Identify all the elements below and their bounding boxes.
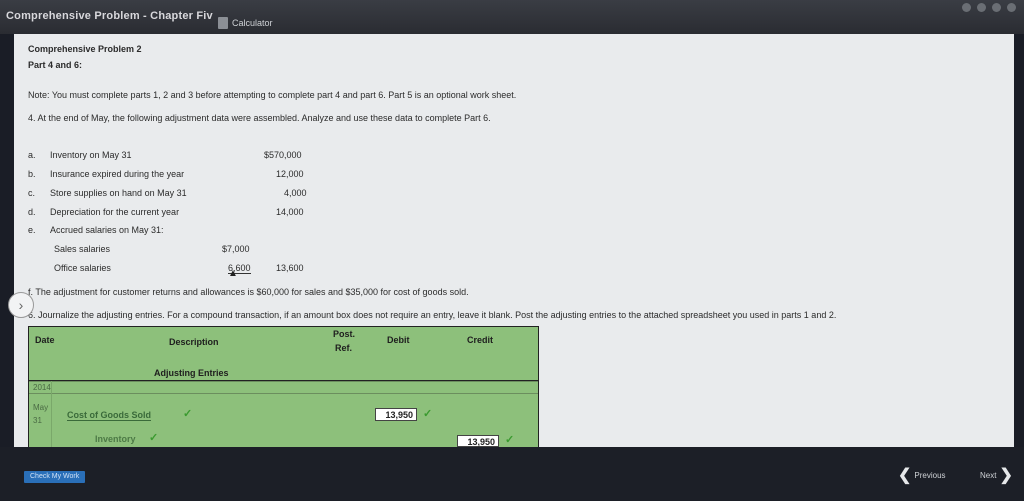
- adj-label: Insurance expired during the year: [50, 169, 185, 179]
- col-credit: Credit: [467, 335, 494, 345]
- debit-input[interactable]: 13,950: [375, 408, 417, 421]
- adj-letter: c.: [28, 188, 36, 198]
- calculator-icon: [218, 17, 228, 29]
- adj-amount: 12,000: [276, 169, 304, 179]
- adj-letter: a.: [28, 150, 36, 160]
- row-divider: [29, 381, 538, 382]
- check-icon: ✓: [505, 434, 515, 446]
- adjusting-entries-row: Adjusting Entries: [28, 368, 539, 381]
- chevron-right-icon: ❯: [999, 467, 1013, 484]
- part-title: Part 4 and 6:: [28, 60, 83, 70]
- tray-icon: [977, 3, 986, 12]
- column-divider: [51, 381, 52, 447]
- mouse-cursor-icon: ▲: [228, 268, 238, 279]
- next-label: Next: [980, 470, 997, 480]
- system-tray: [962, 3, 1016, 12]
- col-post-ref: Ref.: [335, 343, 353, 353]
- note-text: Note: You must complete parts 1, 2 and 3…: [28, 90, 517, 100]
- calculator-button[interactable]: Calculator: [218, 14, 273, 32]
- adj-letter: e.: [28, 225, 36, 235]
- adj-letter: d.: [28, 207, 36, 217]
- instruction-4: 4. At the end of May, the following adju…: [28, 113, 491, 123]
- adj-label: Depreciation for the current year: [50, 207, 180, 217]
- tray-icon: [992, 3, 1001, 12]
- tray-icon: [962, 3, 971, 12]
- problem-title: Comprehensive Problem 2: [28, 44, 142, 54]
- journal-table-body: 2014 May 31 Cost of Goods Sold ✓ 13,950 …: [28, 381, 539, 447]
- check-icon: ✓: [149, 432, 159, 444]
- instruction-6: 6. Journalize the adjusting entries. For…: [28, 310, 837, 320]
- col-description: Description: [169, 337, 219, 347]
- previous-label: Previous: [914, 470, 946, 480]
- next-button[interactable]: Next ❯: [980, 465, 1013, 485]
- journal-table-header: Date Description Post. Ref. Debit Credit: [28, 326, 539, 370]
- adj-amount: 14,000: [276, 207, 304, 217]
- account-input[interactable]: Cost of Goods Sold: [67, 410, 151, 421]
- credit-input[interactable]: 13,950: [457, 435, 499, 447]
- row-divider: [29, 393, 538, 394]
- item-f-text: f. The adjustment for customer returns a…: [28, 287, 469, 297]
- calculator-label: Calculator: [232, 18, 273, 28]
- col-date: Date: [35, 335, 55, 345]
- window-title: Comprehensive Problem - Chapter Fiv: [6, 10, 213, 22]
- check-my-work-button[interactable]: Check My Work: [24, 471, 86, 483]
- sales-salaries-label: Sales salaries: [54, 244, 111, 254]
- office-salaries-label: Office salaries: [54, 263, 111, 273]
- check-icon: ✓: [423, 408, 433, 420]
- entry-month: May: [33, 403, 49, 412]
- adj-amount: $570,000: [264, 150, 302, 160]
- bottom-bar: [0, 447, 1024, 501]
- expand-arrow-button[interactable]: ›: [8, 292, 34, 318]
- entry-day: 31: [33, 416, 42, 425]
- adj-label: Store supplies on hand on May 31: [50, 188, 187, 198]
- section-label: Adjusting Entries: [154, 368, 229, 378]
- salaries-total: 13,600: [276, 263, 304, 273]
- adj-label: Accrued salaries on May 31:: [50, 225, 164, 235]
- adj-amount: 4,000: [284, 188, 307, 198]
- previous-button[interactable]: ❮ Previous: [898, 465, 946, 485]
- entry-year: 2014: [33, 383, 51, 392]
- chevron-left-icon: ❮: [898, 467, 912, 484]
- adj-letter: b.: [28, 169, 36, 179]
- col-debit: Debit: [387, 335, 410, 345]
- top-bar: Comprehensive Problem - Chapter Fiv Calc…: [0, 0, 1024, 34]
- sales-salaries-amount: $7,000: [222, 244, 250, 254]
- account-input[interactable]: Inventory: [95, 434, 136, 444]
- problem-panel: Comprehensive Problem 2 Part 4 and 6: No…: [8, 34, 1014, 447]
- col-post-ref: Post.: [333, 329, 356, 339]
- check-icon: ✓: [183, 408, 193, 420]
- tray-icon: [1007, 3, 1016, 12]
- adj-label: Inventory on May 31: [50, 150, 132, 160]
- chevron-right-icon: ›: [18, 297, 24, 313]
